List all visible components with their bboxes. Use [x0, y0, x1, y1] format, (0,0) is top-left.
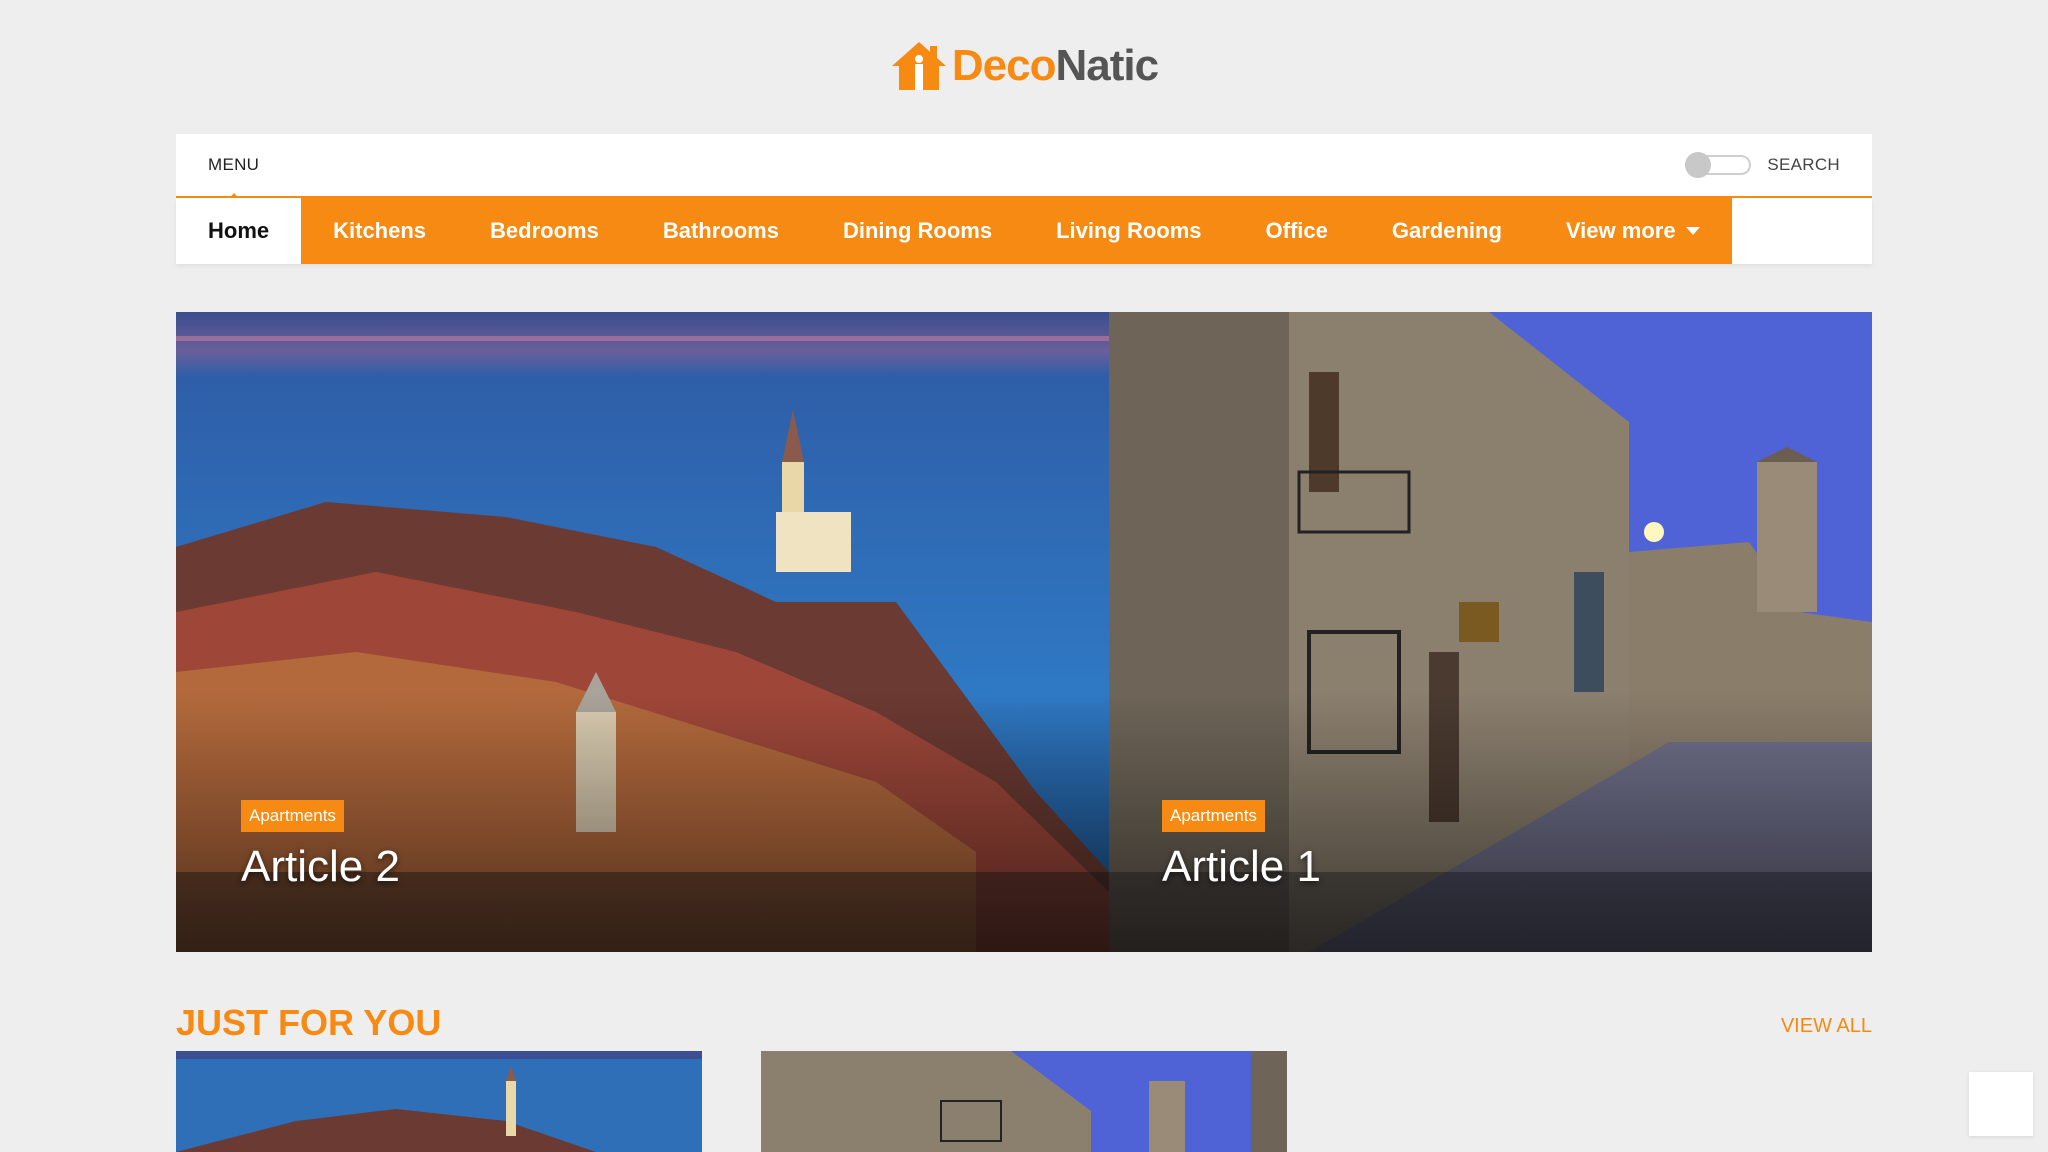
menu-label: MENU: [208, 155, 260, 174]
category-badge[interactable]: Apartments: [1162, 800, 1265, 832]
menu-button[interactable]: MENU: [208, 155, 260, 201]
coastal-town-thumb-image: [176, 1051, 702, 1152]
hero-slider: [176, 312, 1872, 952]
nav-item-gardening[interactable]: Gardening: [1359, 198, 1534, 264]
nav-item-office[interactable]: Office: [1233, 198, 1360, 264]
nav-item-living-rooms[interactable]: Living Rooms: [1024, 198, 1234, 264]
logo-text-deco: Deco: [951, 41, 1057, 90]
header-bar: MENU SEARCH: [176, 134, 1872, 201]
article-thumbnail[interactable]: [176, 1051, 702, 1152]
section-title: JUST FOR YOU: [176, 1002, 442, 1043]
article-title[interactable]: Article 2: [241, 842, 400, 892]
search-button[interactable]: SEARCH: [1767, 155, 1840, 175]
site-logo[interactable]: DecoNatic: [0, 40, 2048, 92]
house-logo-icon: [891, 42, 946, 90]
article-thumbnail[interactable]: [761, 1051, 1287, 1152]
nav-item-kitchens[interactable]: Kitchens: [301, 198, 459, 264]
chevron-down-icon: [1685, 227, 1700, 235]
toggle-knob: [1685, 152, 1712, 178]
category-badge[interactable]: Apartments: [241, 800, 344, 832]
nav-item-dining-rooms[interactable]: Dining Rooms: [810, 198, 1025, 264]
nav-item-home[interactable]: Home: [176, 198, 302, 264]
nav-item-view-more[interactable]: View more: [1533, 198, 1732, 264]
theme-toggle[interactable]: [1685, 152, 1752, 178]
article-title[interactable]: Article 1: [1162, 842, 1321, 892]
logo-text-natic: Natic: [1055, 41, 1160, 90]
view-all-link[interactable]: VIEW ALL: [1781, 1015, 1872, 1044]
nav-item-view-more-label: View more: [1565, 218, 1676, 243]
section-header: JUST FOR YOU VIEW ALL: [176, 996, 1872, 1044]
nav-item-bedrooms[interactable]: Bedrooms: [458, 198, 631, 264]
article-grid: [176, 1051, 1872, 1152]
nav-item-bathrooms[interactable]: Bathrooms: [630, 198, 811, 264]
floating-widget[interactable]: [1969, 1072, 2033, 1136]
main-nav: Home Kitchens Bedrooms Bathrooms Dining …: [176, 198, 1872, 264]
stone-street-thumb-image: [761, 1051, 1287, 1152]
